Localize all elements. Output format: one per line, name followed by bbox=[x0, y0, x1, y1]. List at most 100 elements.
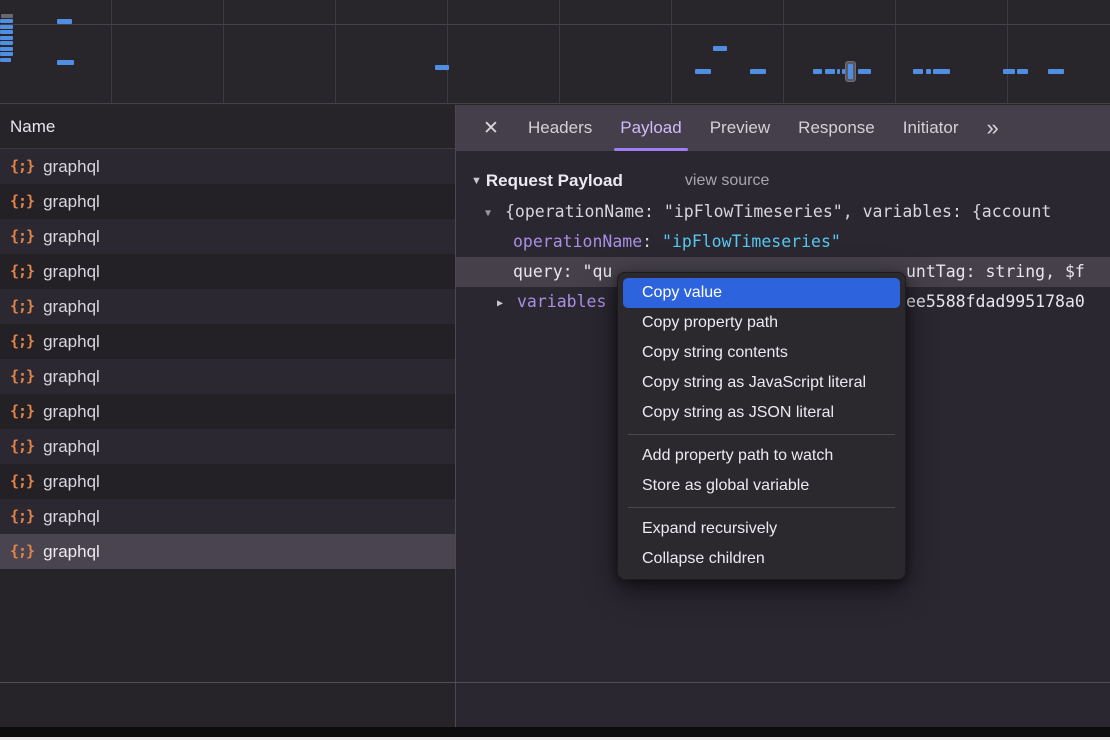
request-timing-bar bbox=[435, 65, 449, 70]
request-list-panel: Name {;}graphql{;}graphql{;}graphql{;}gr… bbox=[0, 105, 455, 727]
request-row-graphql[interactable]: {;} graphql bbox=[0, 324, 455, 359]
operation-name-row[interactable]: operationName: "ipFlowTimeseries" bbox=[456, 227, 1110, 257]
menu-item-store-as-global-variable[interactable]: Store as global variable bbox=[623, 471, 900, 501]
request-timing-bar bbox=[1048, 69, 1064, 74]
payload-summary-text: {operationName: "ipFlowTimeseries", vari… bbox=[505, 202, 1051, 221]
request-row-graphql[interactable]: {;}graphql bbox=[0, 219, 455, 254]
request-row-graphql[interactable]: {;} graphql bbox=[0, 254, 455, 289]
request-timing-bar bbox=[0, 36, 13, 40]
request-row-graphql[interactable]: {;} graphql bbox=[0, 429, 455, 464]
request-timing-bar bbox=[0, 19, 13, 23]
request-name-label: graphql bbox=[43, 437, 100, 457]
json-string-value-right: untTag: string, $f bbox=[906, 257, 1085, 287]
collapse-triangle-icon[interactable]: ▼ bbox=[471, 175, 482, 187]
horizontal-divider bbox=[0, 682, 1110, 683]
request-timing-bar bbox=[926, 69, 931, 74]
bottom-bar bbox=[0, 727, 1110, 737]
collapse-triangle-icon[interactable]: ▼ bbox=[485, 199, 491, 227]
menu-item-add-property-path-to-watch[interactable]: Add property path to watch bbox=[623, 441, 900, 471]
menu-item-copy-value[interactable]: Copy value bbox=[623, 278, 900, 308]
tab-headers[interactable]: Headers bbox=[514, 105, 606, 151]
json-braces-icon: {;} bbox=[10, 332, 34, 350]
tab-initiator[interactable]: Initiator bbox=[889, 105, 973, 151]
view-source-link[interactable]: view source bbox=[685, 172, 769, 190]
menu-item-copy-string-as-json-literal[interactable]: Copy string as JSON literal bbox=[623, 398, 900, 428]
request-timing-bar bbox=[0, 30, 13, 34]
request-timing-bar bbox=[813, 69, 822, 74]
context-menu: Copy valueCopy property pathCopy string … bbox=[617, 272, 906, 580]
close-icon[interactable]: ✕ bbox=[476, 117, 506, 140]
request-name-label: graphql bbox=[43, 227, 100, 247]
json-braces-icon: {;} bbox=[10, 507, 34, 525]
json-string-value-left: "qu bbox=[583, 262, 613, 281]
request-name-label: graphql bbox=[43, 507, 100, 527]
request-timing-bar bbox=[750, 69, 766, 74]
selected-request-marker bbox=[845, 61, 856, 82]
json-braces-icon: {;} bbox=[10, 297, 34, 315]
json-braces-icon: {;} bbox=[10, 157, 34, 175]
request-timing-bar bbox=[858, 69, 871, 74]
json-braces-icon: {;} bbox=[10, 542, 34, 560]
json-braces-icon: {;} bbox=[10, 472, 34, 490]
request-name-label: graphql bbox=[43, 332, 100, 352]
menu-divider bbox=[628, 434, 895, 435]
double-chevron-icon[interactable]: » bbox=[980, 115, 998, 141]
request-row-graphql[interactable]: {;} graphql bbox=[0, 359, 455, 394]
json-string-value: "ipFlowTimeseries" bbox=[662, 232, 841, 251]
json-braces-icon: {;} bbox=[10, 262, 34, 280]
json-braces-icon: {;} bbox=[10, 192, 34, 210]
request-row-graphql[interactable]: {;} graphql bbox=[0, 499, 455, 534]
expand-triangle-icon[interactable]: ▶ bbox=[497, 289, 503, 317]
request-row-graphql[interactable]: {;} graphql bbox=[0, 149, 455, 184]
request-timing-bar bbox=[1017, 69, 1028, 74]
json-key: variables bbox=[517, 292, 606, 311]
request-timing-bar bbox=[0, 25, 13, 29]
tab-response[interactable]: Response bbox=[784, 105, 889, 151]
key-separator: : bbox=[642, 232, 662, 251]
json-key: query bbox=[513, 262, 563, 281]
request-timing-bar bbox=[0, 52, 13, 56]
menu-item-copy-string-as-javascript-literal[interactable]: Copy string as JavaScript literal bbox=[623, 368, 900, 398]
network-overview-timeline[interactable] bbox=[0, 0, 1110, 104]
request-timing-bar bbox=[837, 69, 840, 74]
request-timing-bar bbox=[1003, 69, 1015, 74]
request-timing-bar bbox=[713, 46, 727, 51]
name-column-header[interactable]: Name bbox=[0, 105, 455, 149]
request-name-label: graphql bbox=[43, 402, 100, 422]
menu-item-expand-recursively[interactable]: Expand recursively bbox=[623, 514, 900, 544]
request-timing-bar bbox=[0, 58, 11, 62]
request-name-label: graphql bbox=[43, 157, 100, 177]
devtools-window: Name {;}graphql{;}graphql{;}graphql{;}gr… bbox=[0, 0, 1110, 740]
request-row-graphql[interactable]: {;} graphql bbox=[0, 534, 455, 569]
request-timing-bar bbox=[57, 19, 72, 24]
request-name-label: graphql bbox=[43, 367, 100, 387]
request-row-graphql[interactable]: {;}graphql bbox=[0, 184, 455, 219]
key-separator: : bbox=[563, 262, 583, 281]
network-main-split: Name {;}graphql{;}graphql{;}graphql{;}gr… bbox=[0, 105, 1110, 727]
request-timing-bar bbox=[695, 69, 711, 74]
request-timing-bar bbox=[57, 60, 74, 65]
request-timing-bar bbox=[825, 69, 835, 74]
request-name-label: graphql bbox=[43, 262, 100, 282]
overview-gridline bbox=[0, 24, 1110, 25]
request-rows: {;} graphql {;} graphql {;} graphql {;} graphql… bbox=[0, 149, 455, 569]
request-timing-bar bbox=[913, 69, 923, 74]
request-timing-bar bbox=[933, 69, 950, 74]
menu-item-copy-string-contents[interactable]: Copy string contents bbox=[623, 338, 900, 368]
json-braces-icon: {;} bbox=[10, 437, 34, 455]
json-braces-icon: {;} bbox=[10, 367, 34, 385]
payload-summary-row[interactable]: ▼ {operationName: "ipFlowTimeseries", va… bbox=[456, 197, 1110, 227]
json-key: operationName bbox=[513, 232, 642, 251]
request-row-graphql[interactable]: {;}graphql bbox=[0, 464, 455, 499]
json-braces-icon: {;} bbox=[10, 402, 34, 420]
request-name-label: graphql bbox=[43, 542, 100, 562]
request-name-label: graphql bbox=[43, 297, 100, 317]
menu-item-collapse-children[interactable]: Collapse children bbox=[623, 544, 900, 574]
request-row-graphql[interactable]: {;} graphql bbox=[0, 289, 455, 324]
menu-item-copy-property-path[interactable]: Copy property path bbox=[623, 308, 900, 338]
tab-preview[interactable]: Preview bbox=[696, 105, 784, 151]
request-row-graphql[interactable]: {;} graphql bbox=[0, 394, 455, 429]
request-timing-bar bbox=[0, 41, 13, 45]
tab-payload[interactable]: Payload bbox=[606, 105, 695, 151]
menu-divider bbox=[628, 507, 895, 508]
